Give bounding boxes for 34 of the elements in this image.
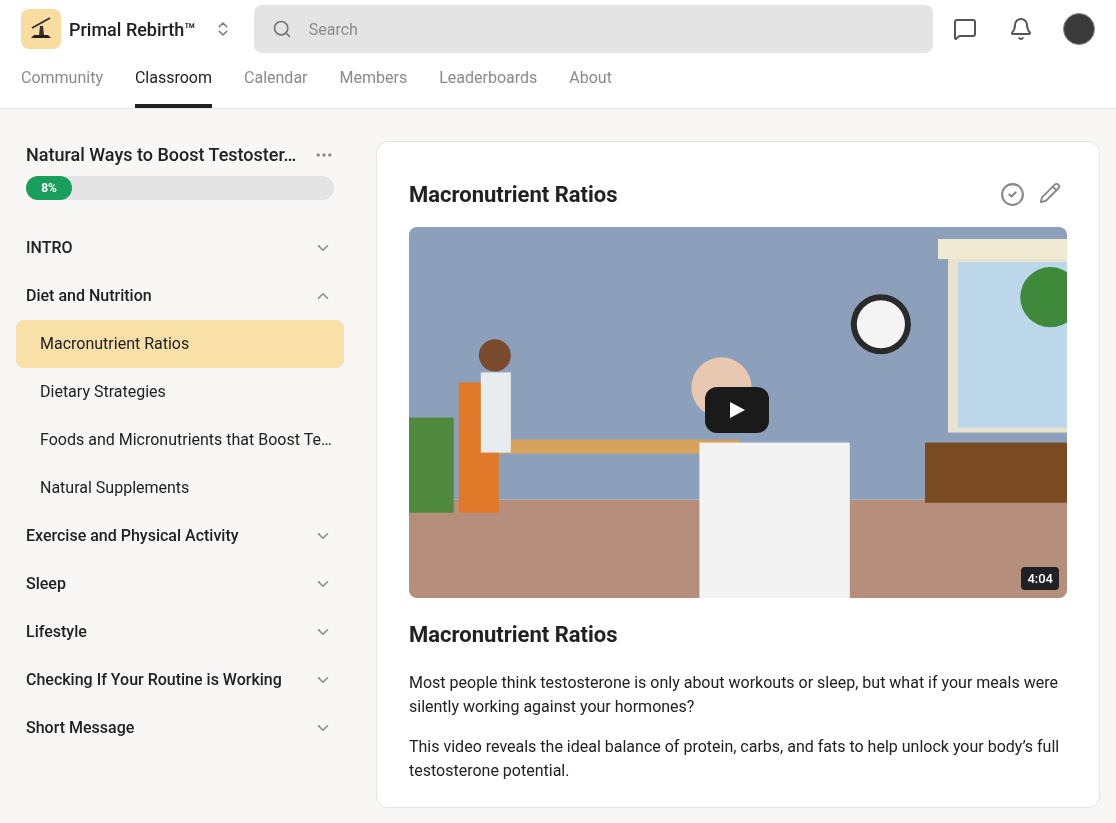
section-header[interactable]: Checking If Your Routine is Working (16, 656, 344, 704)
video-player[interactable]: 4:04 (409, 227, 1067, 598)
nav-tab[interactable]: Members (339, 58, 408, 108)
section-header[interactable]: INTRO (16, 224, 344, 272)
section-header[interactable]: Exercise and Physical Activity (16, 512, 344, 560)
section-header[interactable]: Diet and Nutrition (16, 272, 344, 320)
lesson-item[interactable]: Macronutrient Ratios (16, 320, 344, 368)
community-logo-icon[interactable] (21, 9, 61, 49)
community-name[interactable]: Primal Rebirth™ (69, 15, 196, 43)
edit-icon[interactable] (1039, 181, 1061, 204)
course-title: Natural Ways to Boost Testoster… (26, 143, 297, 167)
section-header[interactable]: Sleep (16, 560, 344, 608)
lesson-paragraph: Most people think testosterone is only about workouts or sleep, but what if your meals were silently working against your hormones? (409, 672, 1059, 718)
lesson-item[interactable]: Foods and Micronutrients that Boost Te… (16, 416, 344, 464)
notifications-icon[interactable] (1008, 17, 1033, 41)
video-duration: 4:04 (1021, 566, 1059, 590)
play-icon (728, 401, 746, 419)
play-button[interactable] (705, 387, 769, 433)
nav-tab[interactable]: Classroom (134, 58, 213, 108)
search-icon (271, 19, 292, 39)
nav-tab[interactable]: Leaderboards (439, 58, 538, 108)
lesson-title: Macronutrient Ratios (409, 180, 618, 209)
chat-icon[interactable] (952, 17, 977, 41)
section-header[interactable]: Lifestyle (16, 608, 344, 656)
progress-reading: 8% (41, 180, 57, 197)
check-circle-icon[interactable] (1000, 181, 1025, 207)
lesson-paragraph: This video reveals the ideal balance of protein, carbs, and fats to help unlock your body’s full testosterone potential. (409, 736, 1061, 782)
search-field[interactable]: Search (253, 5, 933, 53)
nav-tab[interactable]: Calendar (244, 58, 308, 108)
avatar[interactable] (1062, 13, 1095, 45)
section-header[interactable]: Short Message (16, 704, 344, 752)
lesson-item[interactable]: Dietary Strategies (16, 368, 344, 416)
lesson-heading: Macronutrient Ratios (409, 621, 619, 649)
lesson-item[interactable]: Natural Supplements (16, 464, 344, 512)
